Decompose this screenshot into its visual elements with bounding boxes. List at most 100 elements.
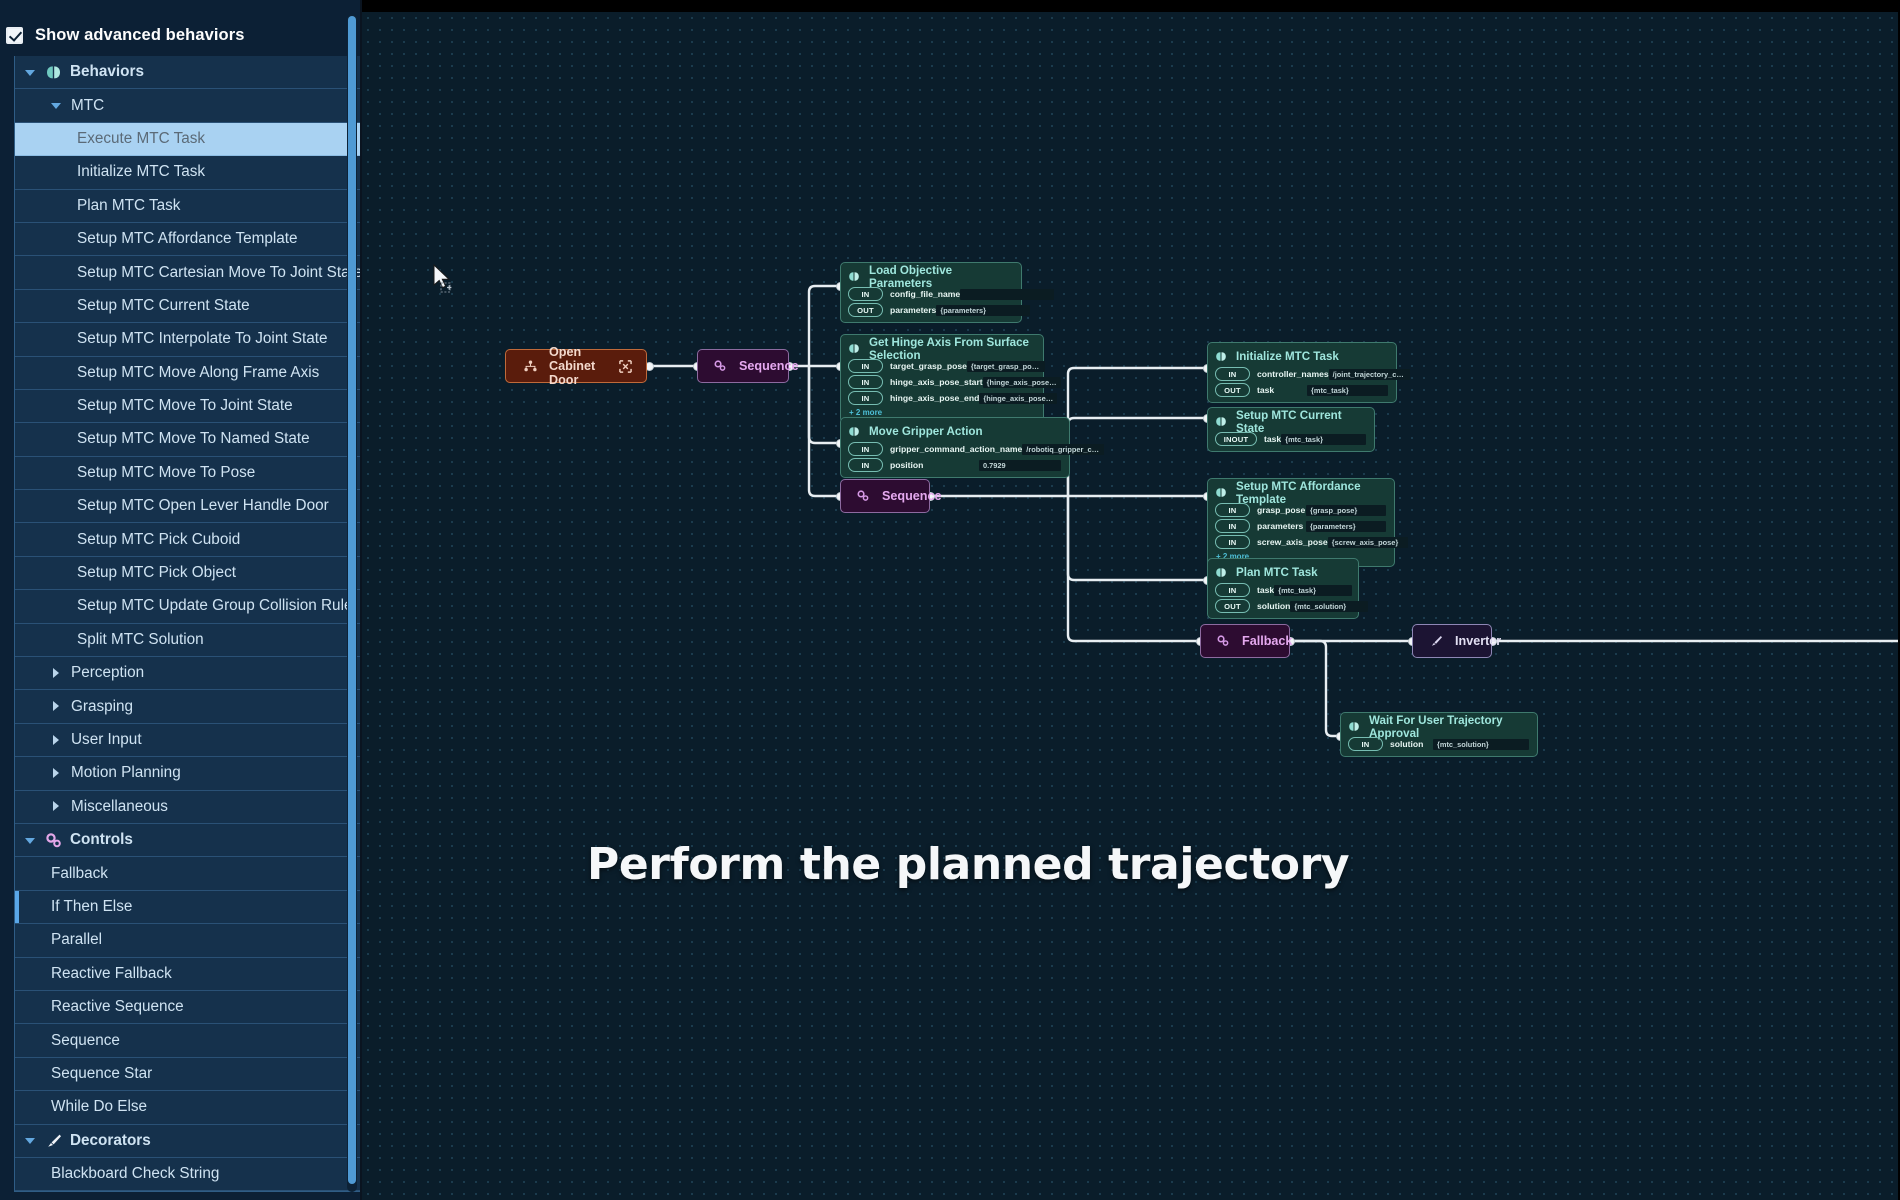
port-value[interactable]: {mtc_task} (1307, 384, 1388, 396)
sidebar-item-setup-mtc-move-to-joint-state[interactable]: Setup MTC Move To Joint State (15, 389, 401, 424)
chevron-right-icon[interactable] (51, 801, 62, 812)
port-value[interactable]: 0.7929 (979, 459, 1061, 471)
node-sequence-2[interactable]: Sequence (840, 479, 942, 513)
port-direction[interactable]: IN (1215, 503, 1250, 517)
node-inverter[interactable]: Inverter (1412, 624, 1501, 658)
sidebar-item-sequence-star[interactable]: Sequence Star (15, 1057, 401, 1092)
node-fallback[interactable]: Fallback (1200, 624, 1292, 658)
sidebar-item-setup-mtc-interpolate-to-joint-state[interactable]: Setup MTC Interpolate To Joint State (15, 323, 401, 357)
port-direction[interactable]: IN (1348, 737, 1383, 751)
port-value[interactable]: {mtc_solution} (1290, 600, 1369, 612)
port-value[interactable] (960, 288, 1055, 300)
port-value[interactable]: {grasp_pose} (1306, 504, 1386, 516)
port-value[interactable]: {mtc_task} (1281, 433, 1367, 445)
chevron-right-icon[interactable] (51, 701, 62, 712)
sidebar-item-setup-mtc-move-to-pose[interactable]: Setup MTC Move To Pose (15, 456, 401, 491)
port-direction[interactable]: IN (1215, 535, 1250, 549)
port-direction[interactable]: IN (848, 287, 883, 301)
chevron-down-icon[interactable] (25, 1135, 36, 1146)
port-direction[interactable]: OUT (1215, 599, 1250, 613)
port-value[interactable]: /robotiq_gripper_controller (1022, 443, 1105, 455)
port-direction[interactable]: IN (848, 359, 883, 373)
port-direction[interactable]: IN (1215, 519, 1250, 533)
port-direction[interactable]: OUT (848, 303, 883, 317)
chevron-down-icon[interactable] (51, 100, 62, 111)
sidebar-item-reactive-sequence[interactable]: Reactive Sequence (15, 990, 401, 1025)
port-direction[interactable]: IN (848, 391, 883, 405)
chevron-down-icon[interactable] (25, 835, 36, 846)
node-initialize-mtc-task[interactable]: Initialize MTC Task IN controller_names … (1207, 342, 1410, 403)
sidebar-item-setup-mtc-move-along-frame-axis[interactable]: Setup MTC Move Along Frame Axis (15, 356, 401, 390)
node-move-gripper-action[interactable]: Move Gripper Action IN gripper_command_a… (840, 417, 1105, 478)
port-value[interactable]: {parameters} (936, 304, 1031, 316)
sidebar-item-setup-mtc-update-group-collision-rule[interactable]: Setup MTC Update Group Collision Rule (15, 590, 401, 624)
brain-icon (1349, 722, 1359, 731)
node-wait-for-user-trajectory-approval[interactable]: Wait For User Trajectory Approval IN sol… (1340, 712, 1538, 757)
sidebar-item-if-then-else[interactable]: If Then Else (15, 890, 401, 925)
sidebar-item-setup-mtc-move-to-named-state[interactable]: Setup MTC Move To Named State (15, 423, 401, 457)
port-direction[interactable]: INOUT (1215, 432, 1257, 446)
node-port-row: OUT task {mtc_task} (1215, 383, 1388, 397)
port-direction[interactable]: IN (1215, 583, 1250, 597)
port-value[interactable]: {hinge_axis_pose_end} (979, 392, 1058, 404)
behavior-tree-canvas[interactable]: Open Cabinet Door Sequence Sequence Load… (362, 12, 1898, 1200)
sidebar-item-split-mtc-solution[interactable]: Split MTC Solution (15, 623, 401, 658)
chevron-right-icon[interactable] (51, 767, 62, 779)
sidebar-item-setup-mtc-cartesian-move-to-joint-state[interactable]: Setup MTC Cartesian Move To Joint State (15, 256, 401, 290)
port-value[interactable]: {parameters} (1306, 520, 1386, 532)
sidebar-item-grasping[interactable]: Grasping (15, 690, 401, 724)
node-port-row: IN target_grasp_pose {target_grasp_pose} (848, 359, 1045, 373)
sidebar-item-plan-mtc-task[interactable]: Plan MTC Task (15, 189, 401, 223)
sidebar-item-setup-mtc-pick-cuboid[interactable]: Setup MTC Pick Cuboid (15, 523, 401, 557)
port-value[interactable]: /joint_trajectory_controller (1328, 368, 1410, 380)
sidebar-item-reactive-fallback[interactable]: Reactive Fallback (15, 957, 401, 991)
node-setup-mtc-affordance-template[interactable]: Setup MTC Affordance Template IN grasp_p… (1207, 478, 1408, 567)
sidebar-item-label: User Input (71, 731, 142, 748)
sidebar-item-setup-mtc-current-state[interactable]: Setup MTC Current State (15, 289, 401, 324)
port-value[interactable]: {target_grasp_pose} (966, 360, 1045, 372)
sidebar-item-parallel[interactable]: Parallel (15, 924, 401, 958)
sidebar-item-user-input[interactable]: User Input (15, 723, 401, 758)
chevron-right-icon[interactable] (51, 734, 62, 746)
sidebar-item-behaviors[interactable]: Behaviors (15, 56, 401, 90)
node-load-objective-parameters[interactable]: Load Objective Parameters IN config_file… (840, 262, 1055, 323)
sidebar-item-setup-mtc-affordance-template[interactable]: Setup MTC Affordance Template (15, 222, 401, 257)
sidebar-item-execute-mtc-task[interactable]: Execute MTC Taski (15, 122, 401, 157)
sidebar-item-fallback[interactable]: Fallback (15, 857, 401, 891)
port-value[interactable]: {mtc_task} (1274, 584, 1353, 596)
node-title: Get Hinge Axis From Surface Selection (869, 335, 1029, 362)
port-value[interactable]: {hinge_axis_pose_start} (982, 376, 1061, 388)
node-open-cabinet-door[interactable]: Open Cabinet Door (505, 345, 647, 387)
sidebar-item-mtc[interactable]: MTC (15, 89, 401, 123)
show-advanced-behaviors-checkbox[interactable] (6, 26, 23, 44)
sidebar-item-motion-planning[interactable]: Motion Planning (15, 757, 401, 791)
port-direction[interactable]: OUT (1215, 383, 1250, 397)
sidebar-item-setup-mtc-open-lever-handle-door[interactable]: Setup MTC Open Lever Handle Door (15, 490, 401, 524)
port-direction[interactable]: IN (848, 458, 883, 472)
sidebar-item-miscellaneous[interactable]: Miscellaneous (15, 790, 401, 824)
node-sequence-1[interactable]: Sequence (697, 349, 799, 383)
node-setup-mtc-current-state[interactable]: Setup MTC Current State INOUT task {mtc_… (1207, 407, 1375, 452)
port-value[interactable]: {mtc_solution} (1433, 738, 1529, 750)
sidebar-item-label: Miscellaneous (71, 797, 168, 815)
chevron-down-icon[interactable] (25, 67, 36, 78)
node-title: Move Gripper Action (869, 425, 983, 438)
sidebar-scrollbar-thumb[interactable] (348, 16, 356, 1184)
collapse-icon[interactable] (619, 359, 632, 373)
node-plan-mtc-task[interactable]: Plan MTC Task IN task {mtc_task} OUT sol… (1207, 558, 1369, 619)
sidebar-item-setup-mtc-pick-object[interactable]: Setup MTC Pick Object (15, 556, 401, 591)
port-direction[interactable]: IN (848, 375, 883, 389)
port-direction[interactable]: IN (848, 442, 883, 456)
node-more-ports[interactable]: + 2 more (849, 408, 1035, 417)
sidebar-item-blackboard-check-string[interactable]: Blackboard Check String (15, 1157, 401, 1192)
sidebar-item-controls[interactable]: Controls (15, 823, 401, 858)
sidebar-item-initialize-mtc-task[interactable]: Initialize MTC Task (15, 156, 401, 190)
chevron-right-icon[interactable] (51, 667, 62, 679)
port-direction[interactable]: IN (1215, 367, 1250, 381)
port-value[interactable]: {screw_axis_pose} (1327, 536, 1408, 548)
sidebar-item-decorators[interactable]: Decorators (15, 1124, 401, 1158)
node-get-hinge-axis-from-surface-selection[interactable]: Get Hinge Axis From Surface Selection IN… (840, 334, 1061, 423)
sidebar-item-sequence[interactable]: Sequence (15, 1024, 401, 1058)
sidebar-item-perception[interactable]: Perception (15, 657, 401, 691)
sidebar-item-while-do-else[interactable]: While Do Else (15, 1091, 401, 1125)
